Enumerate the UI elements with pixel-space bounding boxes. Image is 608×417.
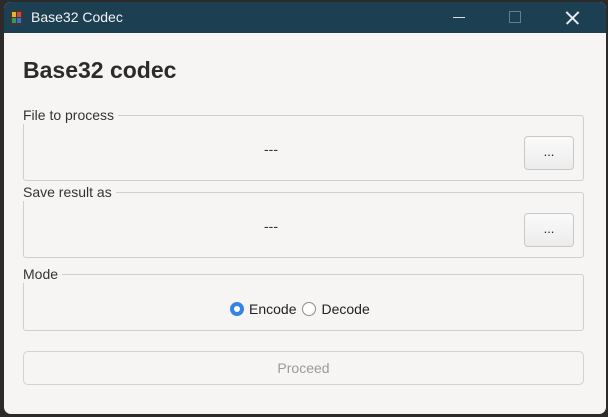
close-button[interactable] [549,2,595,33]
save-result-label: Save result as [23,184,116,201]
mode-options: Encode Decode [230,300,376,318]
page-title: Base32 codec [23,57,177,83]
title-bar[interactable]: Base32 Codec [4,2,606,33]
decode-radio-label[interactable]: Decode [321,301,369,317]
save-result-group: Save result as --- ... [23,184,584,258]
file-to-process-group: File to process --- ... [23,107,584,181]
maximize-button[interactable] [491,2,537,33]
proceed-button[interactable]: Proceed [23,351,584,385]
mode-group: Mode Encode Decode [23,266,584,331]
app-icon [10,10,23,25]
input-file-path: --- [264,141,278,157]
app-window: Base32 Codec Base32 codec File to proces… [4,2,606,414]
browse-output-button[interactable]: ... [524,213,574,247]
decode-radio[interactable] [302,302,317,316]
output-file-path: --- [264,218,278,234]
window-title: Base32 Codec [31,9,123,25]
encode-radio-label[interactable]: Encode [249,301,296,317]
file-to-process-label: File to process [23,107,119,124]
minimize-button[interactable] [436,2,482,33]
mode-label: Mode [23,266,63,283]
encode-radio[interactable] [230,302,244,316]
browse-input-button[interactable]: ... [524,136,574,170]
